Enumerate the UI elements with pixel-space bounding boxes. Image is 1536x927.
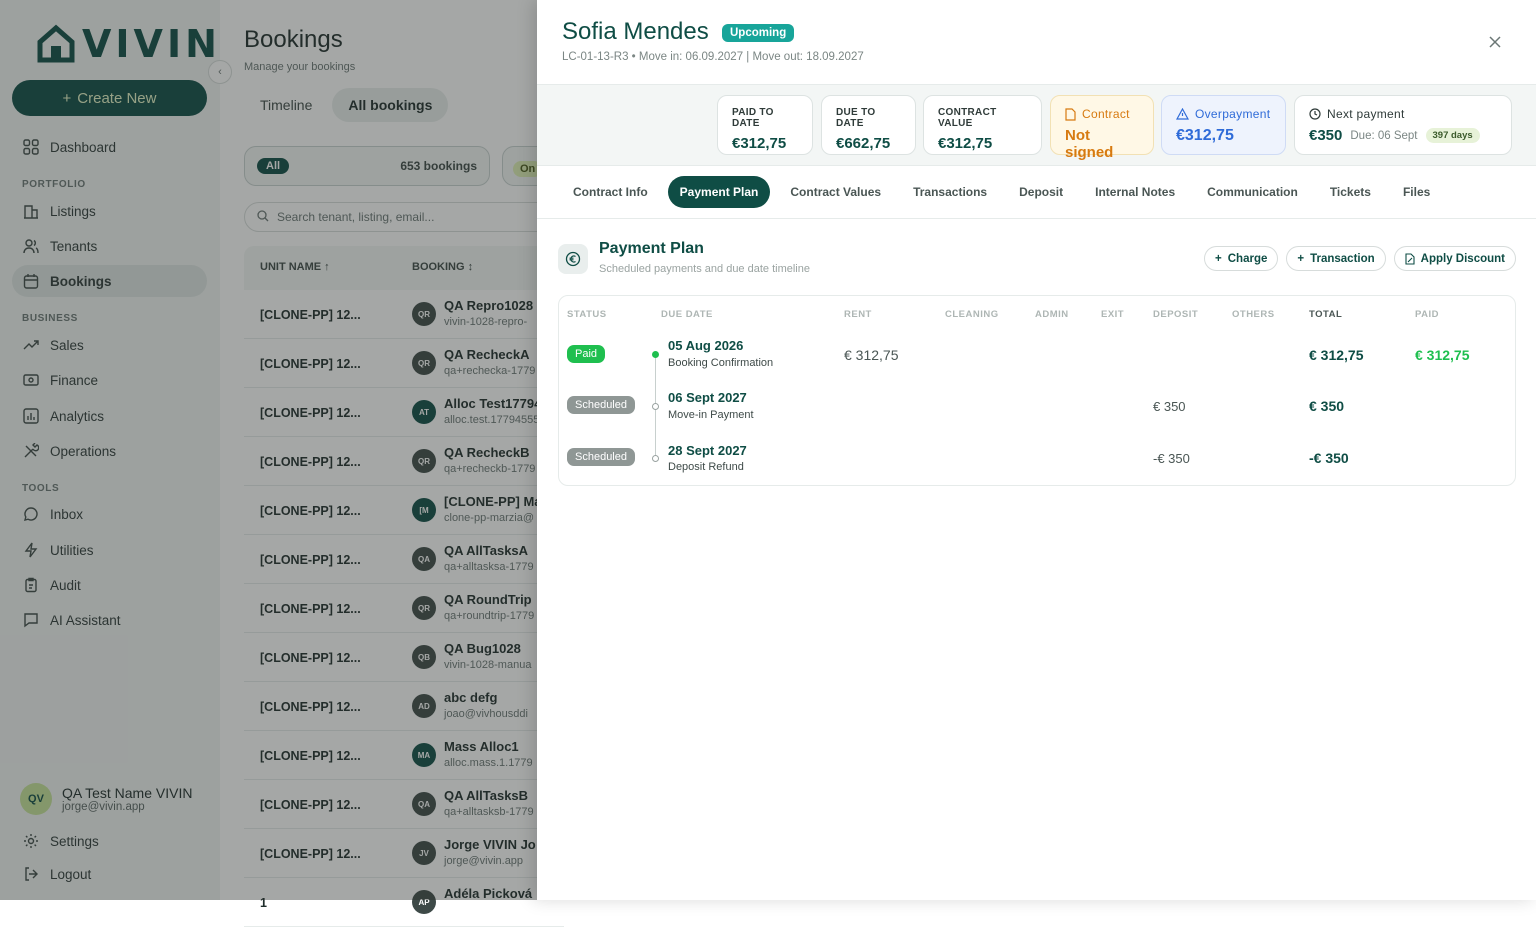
total-cell: € 350 (1309, 398, 1345, 414)
timeline-dot (652, 403, 659, 410)
col-others: OTHERS (1232, 309, 1275, 320)
due-date: 05 Aug 2026 (668, 338, 744, 353)
col-deposit: DEPOSIT (1153, 309, 1199, 320)
kpi-bar: PAID TO DATE €312,75 DUE TO DATE €662,75… (537, 84, 1536, 166)
tab-files[interactable]: Files (1391, 176, 1442, 208)
status-badge: Scheduled (567, 448, 635, 466)
button-label: Charge (1227, 252, 1268, 265)
due-date: 06 Sept 2027 (668, 390, 747, 405)
kpi-label: PAID TO DATE (732, 107, 774, 129)
euro-icon (558, 244, 588, 274)
col-admin: ADMIN (1035, 309, 1069, 320)
rent-cell: € 312,75 (844, 347, 899, 363)
col-cleaning: CLEANING (945, 309, 999, 320)
section-subtitle: Scheduled payments and due date timeline (599, 263, 810, 275)
kpi-overpayment: Overpayment €312,75 (1161, 95, 1286, 155)
col-due-date: DUE DATE (661, 309, 713, 320)
kpi-contract-value: CONTRACT VALUE €312,75 (923, 95, 1042, 155)
tab-deposit[interactable]: Deposit (1007, 176, 1075, 208)
tab-payment-plan[interactable]: Payment Plan (667, 176, 771, 208)
tab-tickets[interactable]: Tickets (1318, 176, 1383, 208)
section-title: Payment Plan (599, 240, 704, 257)
charge-button[interactable]: + Charge (1204, 246, 1279, 271)
timeline-dot (652, 455, 659, 462)
clock-icon (1309, 108, 1321, 120)
kpi-next-payment: Next payment €350 Due: 06 Sept 397 days (1294, 95, 1512, 155)
status-badge: Upcoming (722, 24, 795, 42)
next-due-date: Due: 06 Sept (1350, 129, 1418, 142)
due-date: 28 Sept 2027 (668, 443, 747, 458)
total-cell: € 312,75 (1309, 347, 1364, 363)
status-badge: Paid (567, 345, 606, 363)
kpi-value: €312,75 (1176, 127, 1234, 144)
kpi-value: €312,75 (732, 135, 787, 152)
document-icon (1065, 107, 1076, 121)
tab-transactions[interactable]: Transactions (901, 176, 999, 208)
kpi-label: Overpayment (1195, 107, 1271, 121)
kpi-paid-to-date: PAID TO DATE €312,75 (717, 95, 813, 155)
booking-detail-panel: Sofia Mendes Upcoming LC-01-13-R3 • Move… (537, 0, 1536, 900)
app-background: VIVIN + Create New Dashboard PORTFOLIO L… (0, 0, 1536, 927)
plus-icon: + (1297, 252, 1305, 265)
deposit-cell: € 350 (1153, 399, 1186, 414)
close-button[interactable] (1485, 32, 1505, 52)
kpi-contract-status: Contract Not signed (1050, 95, 1154, 161)
payment-description: Booking Confirmation (668, 357, 774, 369)
kpi-value: €662,75 (836, 135, 891, 152)
kpi-value: €350 (1309, 127, 1343, 144)
col-exit: EXIT (1101, 309, 1125, 320)
divider (537, 218, 1536, 219)
payment-description: Move-in Payment (668, 409, 754, 421)
paid-cell: € 312,75 (1415, 347, 1470, 363)
button-label: Transaction (1310, 252, 1375, 265)
tenant-name: Sofia Mendes (562, 18, 709, 45)
total-cell: -€ 350 (1309, 450, 1349, 466)
apply-discount-button[interactable]: Apply Discount (1393, 246, 1516, 271)
plus-icon: + (1215, 252, 1222, 265)
button-label: Apply Discount (1420, 252, 1505, 265)
tab-contract-info[interactable]: Contract Info (561, 176, 660, 208)
warning-triangle-icon (1176, 108, 1189, 120)
deposit-cell: -€ 350 (1153, 451, 1190, 466)
kpi-label: DUE TO DATE (836, 107, 876, 129)
tab-communication[interactable]: Communication (1195, 176, 1310, 208)
col-status: STATUS (567, 309, 607, 320)
transaction-button[interactable]: + Transaction (1286, 246, 1386, 271)
discount-icon (1405, 252, 1415, 265)
modal-backdrop[interactable] (0, 0, 537, 900)
close-icon (1489, 36, 1501, 48)
kpi-value: €312,75 (938, 135, 993, 152)
col-paid: PAID (1415, 309, 1439, 320)
kpi-value: Not signed (1065, 127, 1114, 161)
kpi-label: CONTRACT VALUE (938, 107, 997, 129)
col-rent: RENT (844, 309, 872, 320)
kpi-label: Contract (1082, 107, 1130, 121)
booking-meta: LC-01-13-R3 • Move in: 06.09.2027 | Move… (562, 51, 864, 63)
plan-actions: + Charge + Transaction Apply Discount (1204, 246, 1516, 271)
col-total: TOTAL (1309, 309, 1343, 320)
kpi-due-to-date: DUE TO DATE €662,75 (821, 95, 916, 155)
timeline-dot (652, 351, 659, 358)
payment-description: Deposit Refund (668, 461, 744, 473)
days-badge: 397 days (1425, 128, 1480, 143)
tab-contract-values[interactable]: Contract Values (778, 176, 893, 208)
kpi-label: Next payment (1327, 107, 1405, 121)
status-badge: Scheduled (567, 396, 635, 414)
detail-tabs: Contract Info Payment Plan Contract Valu… (561, 176, 1448, 208)
tab-internal-notes[interactable]: Internal Notes (1083, 176, 1187, 208)
payment-plan-table: STATUS DUE DATE RENT CLEANING ADMIN EXIT… (558, 295, 1516, 486)
